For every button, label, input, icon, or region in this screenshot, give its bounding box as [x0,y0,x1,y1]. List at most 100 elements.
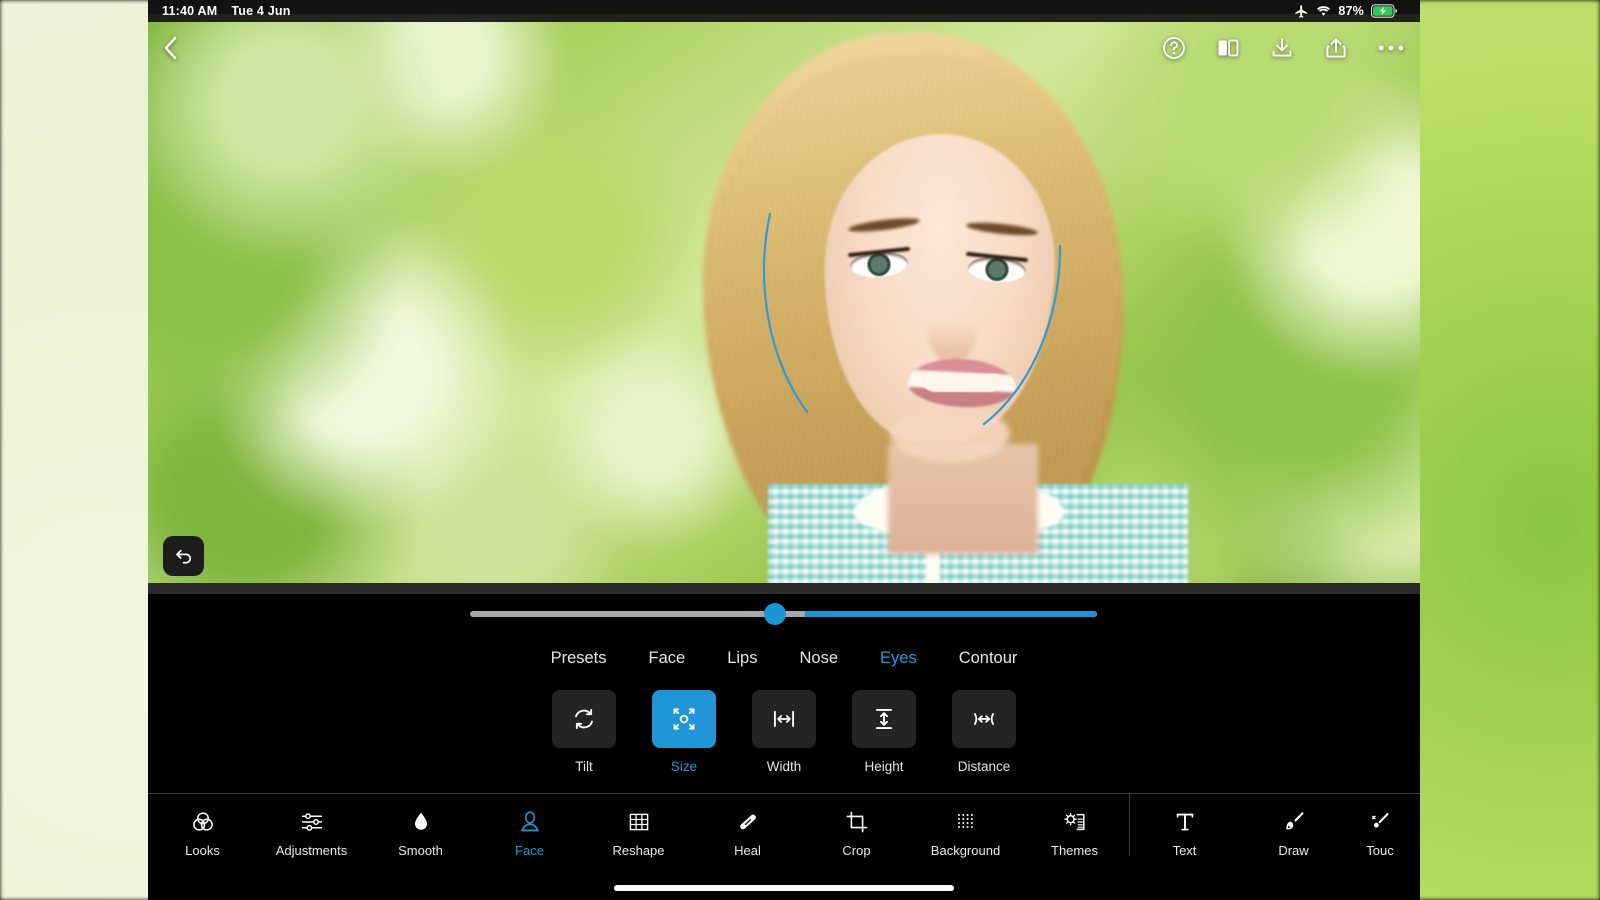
status-bar-right: 87% [1294,4,1398,19]
tab-heal-label: Heal [734,843,761,858]
slider-strip [148,583,1420,637]
more-options-button[interactable] [1378,44,1404,52]
status-bar: 11:40 AM Tue 4 Jun 87% [148,0,1420,22]
share-icon [1324,36,1348,60]
top-toolbar [148,22,1420,74]
battery-percent: 87% [1338,4,1364,18]
text-t-icon [1173,809,1197,835]
tool-tilt[interactable]: Tilt [552,690,616,774]
expand-size-icon [671,706,697,732]
tool-tilt-box[interactable] [552,690,616,748]
slider-thumb[interactable] [764,603,786,625]
grid-reshape-icon [627,809,651,835]
tab-themes-label: Themes [1051,843,1098,858]
help-circle-icon [1162,36,1186,60]
eye-tools-row: Tilt Size Width Height Distance [148,690,1420,785]
back-button[interactable] [158,33,184,63]
tab-group-edit: Looks Adjustments Smooth Face Reshape He… [148,794,1129,858]
tab-smooth-label: Smooth [398,843,443,858]
category-tab-lips[interactable]: Lips [706,649,778,668]
more-options-icon [1378,44,1404,52]
draw-brush-icon [1282,809,1306,835]
status-time: 11:40 AM [162,4,218,18]
tab-face-label: Face [515,843,544,858]
tool-distance-box[interactable] [952,690,1016,748]
horizontal-width-icon [771,706,797,732]
tool-distance[interactable]: Distance [952,690,1016,774]
chevron-left-icon [158,33,184,63]
tab-themes[interactable]: Themes [1020,794,1129,858]
tab-smooth[interactable]: Smooth [366,794,475,858]
dots-background-icon [954,809,978,835]
undo-icon [173,545,195,567]
status-bar-left: 11:40 AM Tue 4 Jun [162,4,291,18]
tab-looks-label: Looks [185,843,220,858]
tab-text[interactable]: Text [1130,794,1239,858]
tab-touchup-label: Touc [1366,843,1394,858]
tool-width[interactable]: Width [752,690,816,774]
undo-button[interactable] [163,536,204,576]
category-tab-eyes[interactable]: Eyes [859,649,938,668]
face-category-tabs: Presets Face Lips Nose Eyes Contour [148,641,1420,675]
tab-face[interactable]: Face [475,794,584,858]
eye-distance-icon [971,706,997,732]
tab-group-add: Text Draw Touc [1129,794,1412,858]
sliders-icon [300,809,324,835]
tab-looks[interactable]: Looks [148,794,257,858]
airplane-icon [1294,4,1309,19]
category-tab-nose[interactable]: Nose [778,649,859,668]
face-person-icon [518,809,542,835]
tool-tilt-label: Tilt [575,759,593,774]
tab-draw-label: Draw [1278,843,1309,858]
home-indicator[interactable] [614,885,954,891]
photo-chin [890,406,1010,462]
tab-background-label: Background [930,843,1001,858]
tab-text-label: Text [1172,843,1197,858]
tab-draw[interactable]: Draw [1239,794,1348,858]
share-button[interactable] [1324,36,1348,60]
download-button[interactable] [1270,36,1294,60]
tool-height[interactable]: Height [852,690,916,774]
canvas-bottom-divider [148,583,1420,594]
tool-size-label: Size [670,759,698,774]
tab-reshape-label: Reshape [612,843,665,858]
themes-icon [1063,809,1087,835]
droplet-icon [409,809,433,835]
tool-width-label: Width [766,759,802,774]
slider-fill [805,611,1097,617]
bandage-heal-icon [736,809,760,835]
tab-touchup[interactable]: Touc [1348,794,1412,858]
tab-crop[interactable]: Crop [802,794,911,858]
bottom-tab-bar: Looks Adjustments Smooth Face Reshape He… [148,793,1420,900]
tool-width-box[interactable] [752,690,816,748]
touch-up-icon [1368,809,1392,835]
vertical-height-icon [871,706,897,732]
tool-height-label: Height [864,759,904,774]
wifi-icon [1316,5,1331,17]
tab-adjustments-label: Adjustments [275,843,348,858]
photo-canvas[interactable] [148,14,1420,583]
category-tab-face[interactable]: Face [628,649,707,668]
compare-button[interactable] [1216,36,1240,60]
rotate-icon [571,706,597,732]
photo-teeth [922,374,1002,392]
tab-reshape[interactable]: Reshape [584,794,693,858]
photo-nose [928,294,976,364]
tool-distance-label: Distance [957,759,1011,774]
tab-background[interactable]: Background [911,794,1020,858]
before-after-compare-icon [1216,36,1240,60]
photo-editor-app-window: 11:40 AM Tue 4 Jun 87% Presets Face Lips… [148,0,1420,900]
category-tab-contour[interactable]: Contour [938,649,1039,668]
tab-adjustments[interactable]: Adjustments [257,794,366,858]
top-toolbar-actions [1162,36,1404,60]
category-tab-presets[interactable]: Presets [530,649,628,668]
venn-looks-icon [191,809,215,835]
help-button[interactable] [1162,36,1186,60]
crop-icon [845,809,869,835]
tool-size-box[interactable] [652,690,716,748]
tool-height-box[interactable] [852,690,916,748]
screen-root: 11:40 AM Tue 4 Jun 87% Presets Face Lips… [0,0,1600,900]
tab-heal[interactable]: Heal [693,794,802,858]
tool-size[interactable]: Size [652,690,716,774]
download-icon [1270,36,1294,60]
